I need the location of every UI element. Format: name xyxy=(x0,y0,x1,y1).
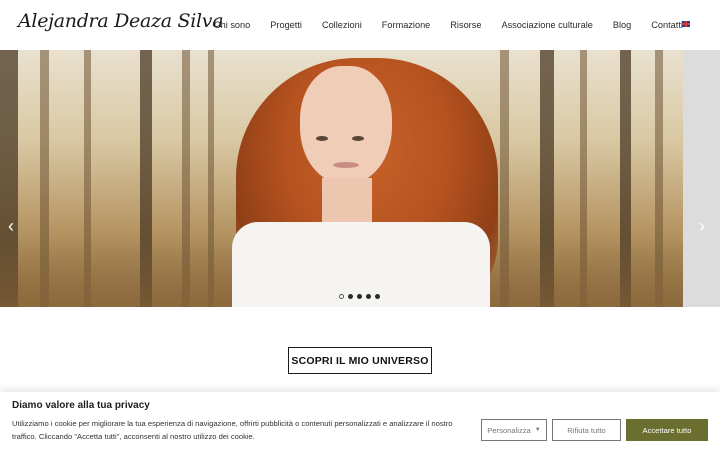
nav-item-chi-sono[interactable]: Chi sono xyxy=(214,20,250,30)
nav-item-formazione[interactable]: Formazione xyxy=(382,20,431,30)
uk-flag-icon[interactable] xyxy=(682,21,690,27)
cookie-text: Utilizziamo i cookie per migliorare la t… xyxy=(12,419,453,441)
site-logo[interactable]: Alejandra Deaza Silva xyxy=(18,10,224,32)
slider-pagination xyxy=(339,294,384,299)
reject-all-button[interactable]: Rifiuta tutto xyxy=(552,419,621,441)
nav-item-associazione-culturale[interactable]: Associazione culturale xyxy=(501,20,592,30)
slider-dot[interactable] xyxy=(339,294,344,299)
discover-universe-button[interactable]: SCOPRI IL MIO UNIVERSO xyxy=(288,347,432,374)
caret-down-icon: ▼ xyxy=(534,427,541,433)
hero-slide-image xyxy=(0,50,683,307)
nav-item-collezioni[interactable]: Collezioni xyxy=(322,20,362,30)
slider-dot[interactable] xyxy=(366,294,371,299)
slider-dot[interactable] xyxy=(375,294,380,299)
nav-item-contatti[interactable]: Contatti xyxy=(651,20,683,30)
site-header: Alejandra Deaza Silva Chi sono Progetti … xyxy=(0,0,720,50)
nav-item-progetti[interactable]: Progetti xyxy=(270,20,302,30)
slider-dot[interactable] xyxy=(348,294,353,299)
accept-all-button[interactable]: Accettare tutto xyxy=(626,419,708,441)
personalize-button[interactable]: Personalizza ▼ xyxy=(481,419,547,441)
chevron-left-icon[interactable]: ‹ xyxy=(8,217,14,235)
main-nav: Chi sono Progetti Collezioni Formazione … xyxy=(214,0,703,50)
nav-item-risorse[interactable]: Risorse xyxy=(450,20,481,30)
nav-item-blog[interactable]: Blog xyxy=(613,20,631,30)
chevron-right-icon[interactable]: › xyxy=(699,217,705,235)
personalize-label: Personalizza xyxy=(487,425,531,435)
slider-dot[interactable] xyxy=(357,294,362,299)
hero-slider: ‹ › xyxy=(0,50,720,307)
next-slide-preview xyxy=(683,50,720,307)
cookie-title: Diamo valore alla tua privacy xyxy=(12,400,150,411)
